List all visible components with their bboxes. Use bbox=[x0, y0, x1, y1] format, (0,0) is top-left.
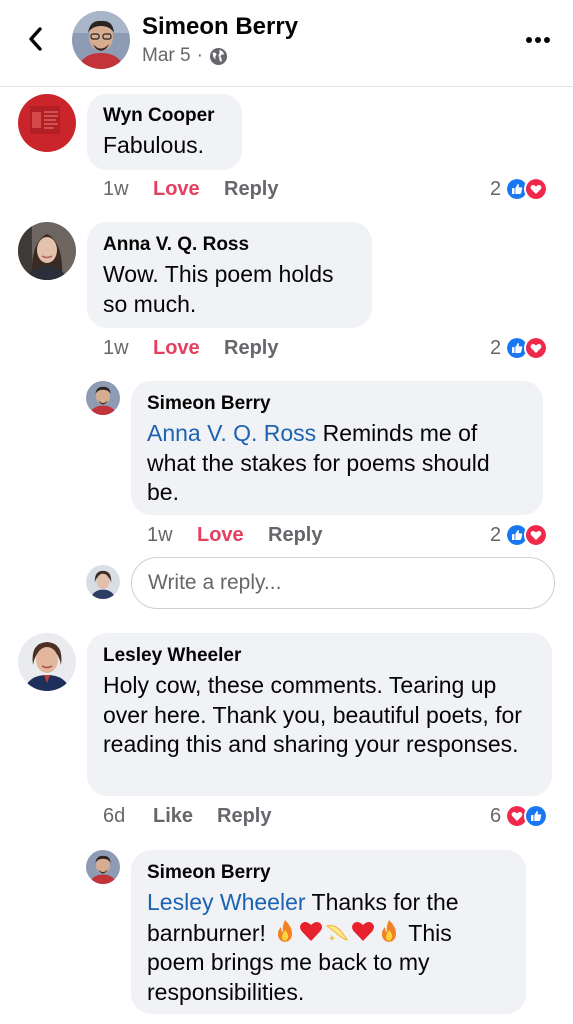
comment-actions: 1w Love Reply bbox=[147, 524, 322, 547]
more-horizontal-icon[interactable] bbox=[524, 30, 552, 50]
like-button[interactable]: Like bbox=[153, 805, 217, 828]
commenter-name[interactable]: Lesley Wheeler bbox=[103, 645, 536, 667]
comment-bubble[interactable]: Wyn Cooper Fabulous. bbox=[87, 94, 242, 170]
avatar[interactable] bbox=[72, 11, 130, 69]
reaction-count: 2 bbox=[490, 177, 502, 200]
reply-button[interactable]: Reply bbox=[224, 178, 278, 201]
comment-time[interactable]: 1w bbox=[103, 337, 153, 360]
comment-bubble[interactable]: Anna V. Q. Ross Wow. This poem holds so … bbox=[87, 222, 372, 328]
commenter-name[interactable]: Wyn Cooper bbox=[103, 105, 226, 127]
love-reaction-icon bbox=[524, 523, 549, 547]
chevron-left-icon[interactable] bbox=[24, 22, 48, 56]
comment-time[interactable]: 6d bbox=[103, 805, 153, 828]
avatar[interactable] bbox=[18, 94, 76, 152]
avatar[interactable] bbox=[86, 381, 120, 415]
red-heart-emoji-icon bbox=[352, 921, 375, 941]
reply-button[interactable]: Reply bbox=[268, 524, 322, 547]
commenter-name[interactable]: Simeon Berry bbox=[147, 862, 510, 884]
reaction-count: 6 bbox=[490, 804, 502, 827]
mention-link[interactable]: Lesley Wheeler bbox=[147, 889, 306, 915]
post-date[interactable]: Mar 5 bbox=[142, 45, 191, 67]
love-button[interactable]: Love bbox=[197, 524, 268, 547]
reply-button[interactable]: Reply bbox=[217, 805, 271, 828]
reaction-count: 2 bbox=[490, 523, 502, 546]
commenter-name[interactable]: Anna V. Q. Ross bbox=[103, 234, 356, 256]
reaction-summary[interactable]: 2 bbox=[490, 336, 549, 360]
reply-button[interactable]: Reply bbox=[224, 337, 278, 360]
comment-actions: 1w Love Reply bbox=[103, 337, 278, 360]
post-header: Simeon Berry Mar 5 · bbox=[0, 0, 573, 87]
love-button[interactable]: Love bbox=[153, 337, 224, 360]
love-button[interactable]: Love bbox=[153, 178, 224, 201]
reaction-summary[interactable]: 2 bbox=[490, 177, 549, 201]
meta-separator: · bbox=[196, 45, 203, 66]
comment-text: Anna V. Q. Ross Reminds me of what the s… bbox=[147, 420, 490, 505]
current-user-avatar bbox=[86, 565, 120, 599]
comment-time[interactable]: 1w bbox=[103, 178, 153, 201]
dizzy-emoji-icon bbox=[326, 924, 349, 941]
comment-actions: 6d Like Reply bbox=[103, 805, 271, 828]
reaction-summary[interactable]: 6 bbox=[490, 804, 549, 828]
mention-link[interactable]: Anna V. Q. Ross bbox=[147, 420, 316, 446]
love-reaction-icon bbox=[524, 177, 549, 201]
avatar[interactable] bbox=[18, 222, 76, 280]
comment-time[interactable]: 1w bbox=[147, 524, 197, 547]
like-reaction-icon bbox=[524, 804, 549, 828]
comment-bubble[interactable]: Lesley Wheeler Holy cow, these comments.… bbox=[87, 633, 552, 796]
comment-text: Wow. This poem holds so much. bbox=[103, 261, 334, 317]
reply-bubble[interactable]: Simeon Berry Lesley Wheeler Thanks for t… bbox=[131, 850, 526, 1014]
comment-text: Lesley Wheeler Thanks for the barnburner… bbox=[147, 889, 459, 1005]
comment-text: Holy cow, these comments. Tearing up ove… bbox=[103, 672, 522, 757]
avatar[interactable] bbox=[18, 633, 76, 691]
fire-emoji-icon bbox=[278, 919, 293, 942]
red-heart-emoji-icon bbox=[300, 921, 323, 941]
comment-actions: 1w Love Reply bbox=[103, 178, 278, 201]
reply-bubble[interactable]: Simeon Berry Anna V. Q. Ross Reminds me … bbox=[131, 381, 543, 515]
post-meta: Mar 5 · bbox=[142, 45, 228, 67]
love-reaction-icon bbox=[524, 336, 549, 360]
comment-text: Fabulous. bbox=[103, 132, 205, 158]
fire-emoji-icon bbox=[382, 919, 397, 942]
reply-input[interactable] bbox=[131, 557, 555, 609]
globe-icon bbox=[209, 47, 227, 65]
reaction-count: 2 bbox=[490, 336, 502, 359]
commenter-name[interactable]: Simeon Berry bbox=[147, 393, 527, 415]
avatar[interactable] bbox=[86, 850, 120, 884]
reaction-summary[interactable]: 2 bbox=[490, 523, 549, 547]
post-author-name[interactable]: Simeon Berry bbox=[142, 13, 298, 41]
